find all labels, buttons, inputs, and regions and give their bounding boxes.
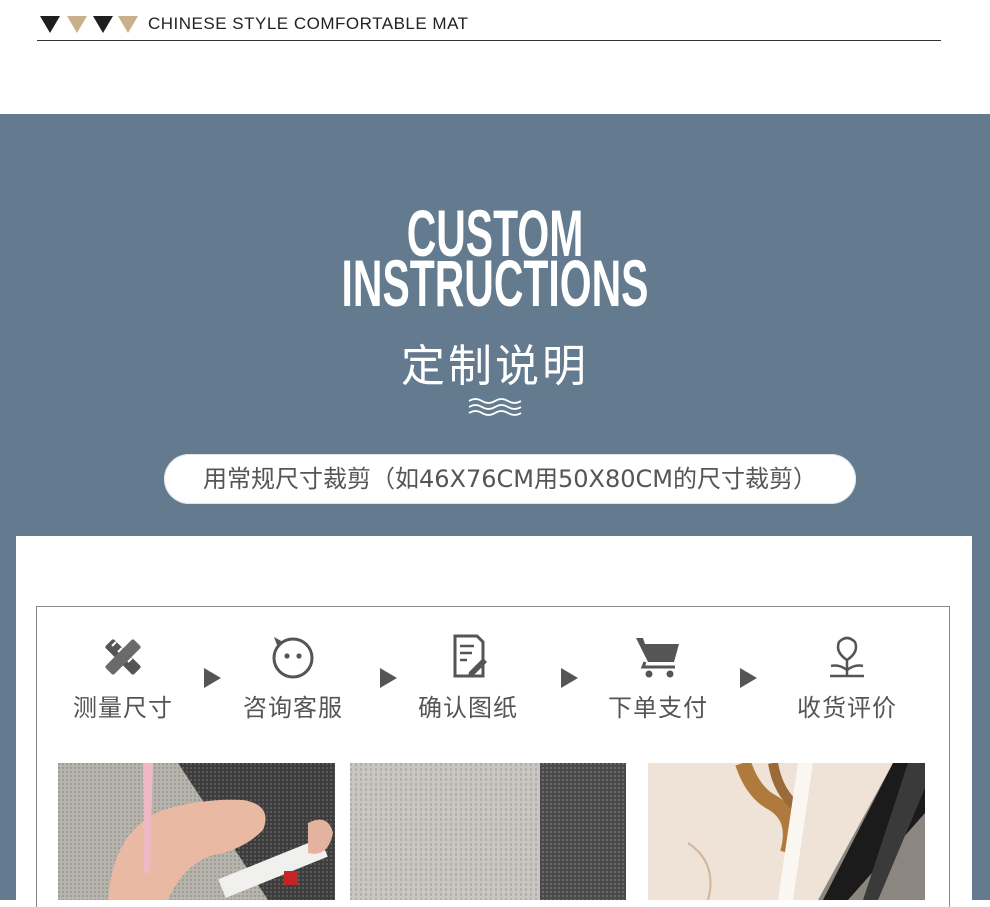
note-pill: 用常规尺寸裁剪（如46X76CM用50X80CM的尺寸裁剪） [164,454,856,504]
step-label: 确认图纸 [418,694,518,722]
wave-icon [468,398,522,416]
triangle-dark-icon [93,16,113,33]
step-review: 收货评价 [772,632,922,723]
step-label: 收货评价 [797,694,897,722]
tulip-flower-icon [830,636,864,678]
title-en-line2: INSTRUCTIONS [341,246,649,320]
step-label: 下单支付 [608,694,708,722]
step-label: 咨询客服 [243,694,343,722]
title-cn: 定制说明 [401,341,589,392]
triangle-tan-icon [67,16,87,33]
step-confirm: 确认图纸 [393,632,543,723]
triangle-dark-icon [40,16,60,33]
mat-texture-photo [350,763,626,900]
shopping-cart-icon [636,638,679,678]
step-label: 测量尺寸 [73,694,173,722]
measuring-mat-photo [58,763,335,900]
document-edit-icon [453,634,487,678]
arrow-right-icon [740,668,757,688]
top-header: CHINESE STYLE COMFORTABLE MAT [0,0,990,114]
step-measure: 测量尺寸 [48,632,198,723]
triangle-tan-icon [118,16,138,33]
arrow-right-icon [561,668,578,688]
note-text: 用常规尺寸裁剪（如46X76CM用50X80CM的尺寸裁剪） [203,465,817,493]
header-divider [37,40,941,41]
header-title: CHINESE STYLE COMFORTABLE MAT [148,14,469,33]
pencil-ruler-icon [105,639,141,675]
step-consult: 咨询客服 [218,632,368,723]
marble-edge-photo [648,763,925,900]
smiley-face-icon [272,637,314,679]
step-pay: 下单支付 [583,632,733,723]
